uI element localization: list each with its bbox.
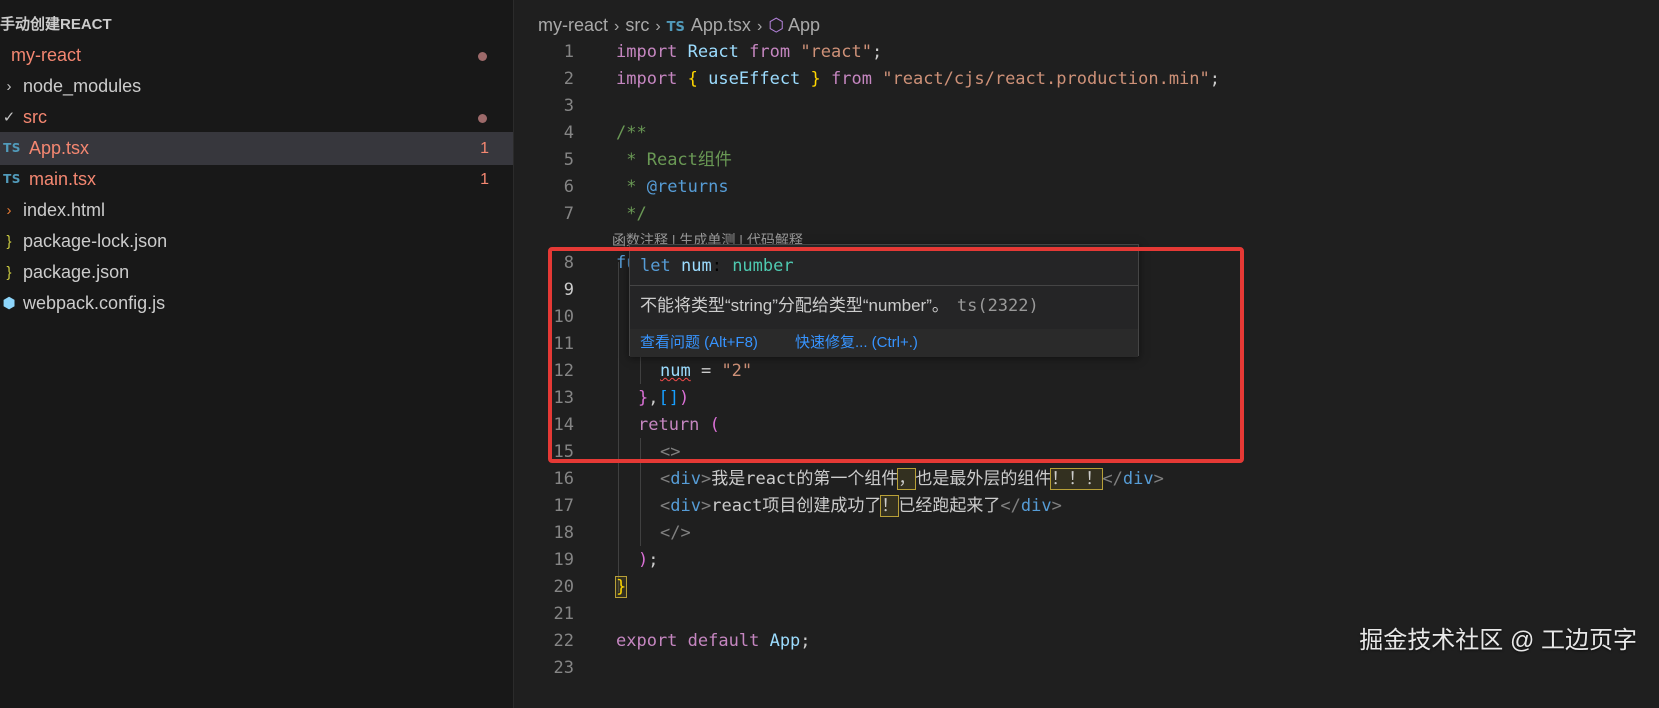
tree-item-label: App.tsx xyxy=(29,138,90,158)
code-line-2: import { useEffect } from "react/cjs/rea… xyxy=(616,69,1221,89)
line-number: 4 xyxy=(563,123,574,143)
typescript-file-icon: TS xyxy=(3,141,21,155)
breadcrumb-item[interactable]: src xyxy=(625,15,649,35)
annotation-highlight-box xyxy=(548,247,1244,463)
tree-item-index-html[interactable]: › index.html xyxy=(0,194,513,227)
code-line-16: <div>我是react的第一个组件，也是最外层的组件！！！</div> xyxy=(660,468,1164,490)
explorer-sidebar: 手动创建REACT my-react › node_modules ✓ src … xyxy=(0,0,514,708)
line-number: 16 xyxy=(553,469,574,489)
unicode-highlight: ！ xyxy=(880,495,900,517)
chevron-right-icon: › xyxy=(655,18,661,35)
chevron-down-icon: ✓ xyxy=(2,109,16,126)
tree-item-label: package.json xyxy=(23,262,130,282)
error-dot-icon xyxy=(478,114,487,123)
line-number: 6 xyxy=(563,177,574,197)
line-number: 21 xyxy=(553,604,574,624)
watermark: 掘金技术社区 @ 工边页字 xyxy=(1359,627,1637,654)
code-line-5: * React组件 xyxy=(616,150,732,170)
unicode-highlight: ， xyxy=(897,468,917,490)
breadcrumb: my-react › src › TS App.tsx › ⬡ App xyxy=(538,12,820,38)
problem-count-badge: 1 xyxy=(480,140,489,157)
breadcrumb-item[interactable]: my-react xyxy=(538,15,608,35)
tree-item-label: index.html xyxy=(23,200,106,220)
line-number: 17 xyxy=(553,496,574,516)
tree-item-label: package-lock.json xyxy=(23,231,168,251)
symbol-method-icon: ⬡ xyxy=(768,15,784,35)
tree-item-label: main.tsx xyxy=(29,169,97,189)
unicode-highlight: ！！！ xyxy=(1050,468,1104,490)
tree-item-src[interactable]: ✓ src xyxy=(0,101,513,134)
code-line-19: ); xyxy=(638,550,659,570)
code-line-22: export default App; xyxy=(616,631,811,651)
line-number: 2 xyxy=(563,69,574,89)
error-dot-icon xyxy=(478,52,487,61)
code-line-1: import React from "react"; xyxy=(616,42,883,62)
json-file-icon: } xyxy=(6,264,12,281)
problem-count-badge: 1 xyxy=(480,171,489,188)
chevron-right-icon: › xyxy=(614,18,620,35)
typescript-file-icon: TS xyxy=(666,20,685,35)
line-number: 1 xyxy=(563,42,574,62)
code-line-17: <div>react项目创建成功了！已经跑起来了</div> xyxy=(660,495,1062,517)
code-line-6: * @returns xyxy=(616,177,729,197)
typescript-file-icon: TS xyxy=(3,172,21,186)
webpack-file-icon: ⬢ xyxy=(2,295,16,312)
chevron-right-icon: › xyxy=(6,78,12,95)
chevron-right-icon: › xyxy=(756,18,763,35)
line-number: 20 xyxy=(553,577,574,597)
code-line-7: */ xyxy=(616,204,647,224)
line-number: 3 xyxy=(563,96,574,116)
tree-item-label: my-react xyxy=(11,45,82,65)
line-number: 23 xyxy=(553,658,574,678)
code-line-20: } xyxy=(614,576,628,598)
tree-item-main-tsx[interactable]: TS main.tsx 1 xyxy=(0,163,513,196)
line-number: 7 xyxy=(563,204,574,224)
breadcrumb-item[interactable]: App xyxy=(788,15,820,35)
tree-item-app-tsx[interactable]: TS App.tsx 1 xyxy=(0,132,513,165)
line-number: 19 xyxy=(553,550,574,570)
tree-item-node-modules[interactable]: › node_modules xyxy=(0,70,513,103)
tree-item-package-lock-json[interactable]: } package-lock.json xyxy=(0,225,513,258)
explorer-section-title[interactable]: 手动创建REACT xyxy=(0,12,112,38)
tree-item-package-json[interactable]: } package.json xyxy=(0,256,513,289)
line-number: 22 xyxy=(553,631,574,651)
tree-item-label: src xyxy=(23,107,48,127)
line-number: 5 xyxy=(563,150,574,170)
breadcrumb-item[interactable]: App.tsx xyxy=(691,15,751,35)
line-number: 18 xyxy=(553,523,574,543)
tree-item-webpack-config-js[interactable]: ⬢ webpack.config.js xyxy=(0,287,513,320)
html-file-icon: › xyxy=(6,202,12,219)
tree-item-my-react[interactable]: my-react xyxy=(0,39,513,72)
tree-item-label: node_modules xyxy=(23,76,142,96)
tree-item-label: webpack.config.js xyxy=(23,293,166,313)
code-line-18: </> xyxy=(660,523,691,543)
json-file-icon: } xyxy=(6,233,12,250)
code-line-4: /** xyxy=(616,123,647,143)
